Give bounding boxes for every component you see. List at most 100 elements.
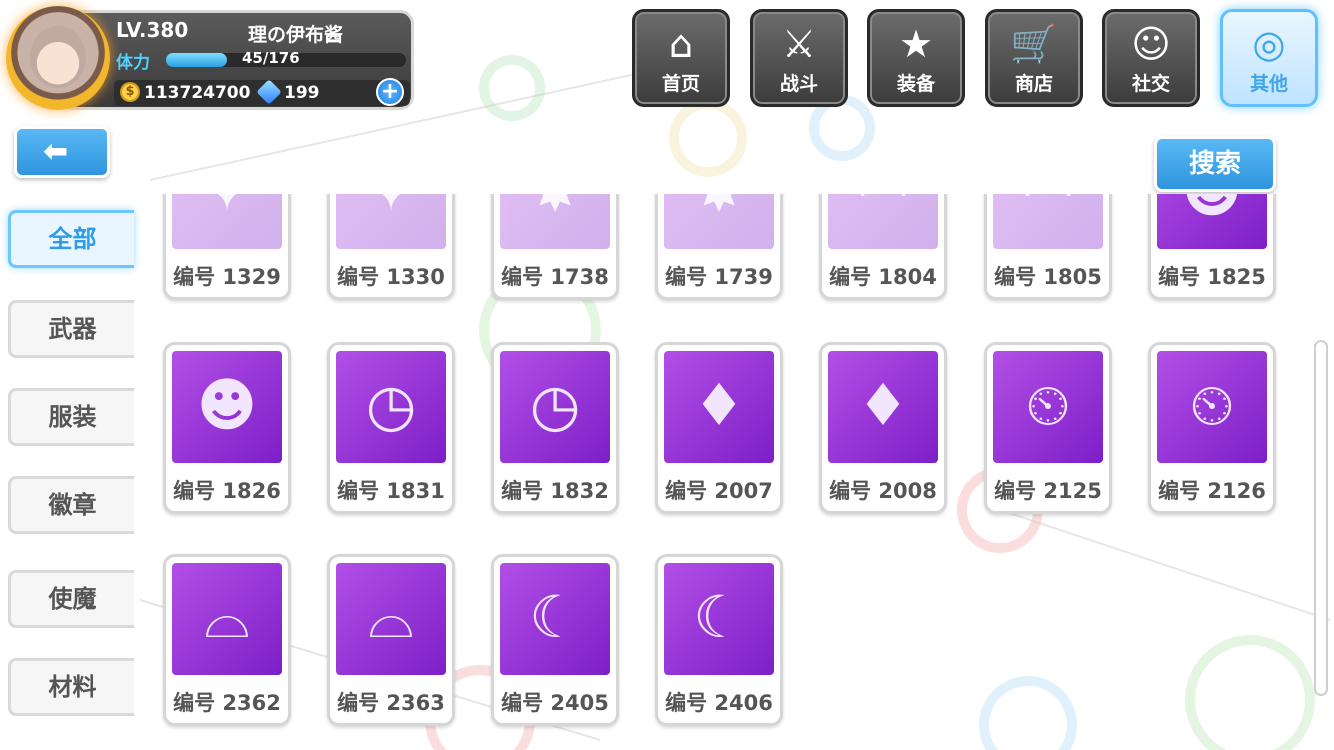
stamina-label: 体力 xyxy=(116,53,150,73)
item-thumbnail: ☻ xyxy=(1157,194,1267,249)
item-id-label: 编号 1832 xyxy=(501,479,609,503)
player-panel: LV.380 理の伊布酱 体力 45/176 $ 113724700 199 + xyxy=(6,6,414,110)
item-thumbnail: ✦ xyxy=(336,194,446,249)
item-id-label: 编号 2007 xyxy=(665,479,773,503)
item-card[interactable]: ◷ 编号 1832 xyxy=(491,342,619,514)
item-thumbnail: ✸ xyxy=(664,194,774,249)
item-id-label: 编号 2126 xyxy=(1158,479,1266,503)
item-card[interactable]: ☾ 编号 2406 xyxy=(655,554,783,726)
back-button[interactable]: ⬅ xyxy=(14,126,110,178)
house-icon: ⌂ xyxy=(668,22,694,66)
item-thumbnail: ◠ xyxy=(828,194,938,249)
tab-all[interactable]: 全部 xyxy=(8,210,134,268)
item-thumbnail: ◷ xyxy=(500,351,610,463)
item-card[interactable]: ☻ 编号 1825 xyxy=(1148,194,1276,300)
item-card[interactable]: ✦ 编号 1330 xyxy=(327,194,455,300)
nav-home-label: 首页 xyxy=(661,73,700,95)
search-button[interactable]: 搜索 xyxy=(1154,136,1276,192)
nav-other-label: 其他 xyxy=(1249,73,1288,95)
item-card[interactable]: ◷ 编号 1831 xyxy=(327,342,455,514)
item-thumbnail: ⌓ xyxy=(172,563,282,675)
witch-icon: ☾ xyxy=(529,583,581,651)
item-id-label: 编号 1805 xyxy=(994,265,1102,289)
nav-other-button[interactable]: ◎ 其他 xyxy=(1220,9,1318,107)
swords-icon: ⚔ xyxy=(781,22,817,66)
face-icon: ☺ xyxy=(1131,22,1171,66)
item-grid: ✦ 编号 1329 ✦ 编号 1330 ✸ 编号 1738 ✸ 编号 1739 ◠ 编号 1804… xyxy=(134,194,1310,750)
item-thumbnail: ♦ xyxy=(828,351,938,463)
item-card[interactable]: ⌓ 编号 2362 xyxy=(163,554,291,726)
gem-icon xyxy=(256,79,282,105)
item-card[interactable]: ✸ 编号 1738 xyxy=(491,194,619,300)
add-gems-button[interactable]: + xyxy=(376,78,404,106)
item-thumbnail: ⏲ xyxy=(1157,351,1267,463)
nav-battle-button[interactable]: ⚔ 战斗 xyxy=(750,9,848,107)
badge-icon: ✸ xyxy=(664,194,774,227)
tab-familiars[interactable]: 使魔 xyxy=(8,570,134,628)
witch-icon: ☾ xyxy=(693,583,745,651)
item-card[interactable]: ⏲ 编号 2125 xyxy=(984,342,1112,514)
item-id-label: 编号 1804 xyxy=(829,265,937,289)
item-thumbnail: ◷ xyxy=(336,351,446,463)
item-card[interactable]: ✸ 编号 1739 xyxy=(655,194,783,300)
item-card[interactable]: ☾ 编号 2405 xyxy=(491,554,619,726)
item-id-label: 编号 1739 xyxy=(665,265,773,289)
item-id-label: 编号 2362 xyxy=(173,691,281,715)
clock-staff-icon: ⏲ xyxy=(1025,371,1071,439)
player-name: 理の伊布酱 xyxy=(248,24,344,46)
gear-icon: ◎ xyxy=(1252,22,1286,66)
clock-staff-icon: ⏲ xyxy=(1189,371,1235,439)
item-id-label: 编号 1330 xyxy=(337,265,445,289)
pocket-watch-icon: ◷ xyxy=(365,371,417,439)
scrollbar[interactable] xyxy=(1314,340,1328,696)
nav-shop-button[interactable]: 🛒 商店 xyxy=(985,9,1083,107)
item-thumbnail: ⌓ xyxy=(336,563,446,675)
item-id-label: 编号 2125 xyxy=(994,479,1102,503)
coin-icon: $ xyxy=(120,82,140,102)
item-id-label: 编号 1831 xyxy=(337,479,445,503)
item-card[interactable]: ◠ 编号 1805 xyxy=(984,194,1112,300)
stamina-bar-fill xyxy=(166,53,228,67)
item-card[interactable]: ⌓ 编号 2363 xyxy=(327,554,455,726)
nav-shop-label: 商店 xyxy=(1014,73,1053,95)
item-card[interactable]: ✦ 编号 1329 xyxy=(163,194,291,300)
nav-equipment-button[interactable]: ★ 装备 xyxy=(867,9,965,107)
badge-icon: ✸ xyxy=(500,194,610,227)
item-card[interactable]: ♦ 编号 2007 xyxy=(655,342,783,514)
hat-icon: ◠ xyxy=(993,194,1103,227)
item-card[interactable]: ◠ 编号 1804 xyxy=(819,194,947,300)
item-thumbnail: ◠ xyxy=(993,194,1103,249)
item-id-label: 编号 2008 xyxy=(829,479,937,503)
crystal-icon: ♦ xyxy=(857,371,909,439)
nav-social-button[interactable]: ☺ 社交 xyxy=(1102,9,1200,107)
item-thumbnail: ☾ xyxy=(664,563,774,675)
avatar-face xyxy=(30,26,86,88)
nav-social-label: 社交 xyxy=(1131,73,1170,95)
pot-lid-icon: ⌓ xyxy=(204,583,250,651)
tab-materials[interactable]: 材料 xyxy=(8,658,134,716)
item-card[interactable]: ♦ 编号 2008 xyxy=(819,342,947,514)
item-thumbnail: ♦ xyxy=(664,351,774,463)
item-id-label: 编号 2405 xyxy=(501,691,609,715)
tab-outfits[interactable]: 服装 xyxy=(8,388,134,446)
tab-badges[interactable]: 徽章 xyxy=(8,476,134,534)
item-thumbnail: ☻ xyxy=(172,351,282,463)
item-id-label: 编号 1825 xyxy=(1158,265,1266,289)
star-gun-icon: ★ xyxy=(898,22,934,66)
pocket-watch-icon: ◷ xyxy=(529,371,581,439)
nav-home-button[interactable]: ⌂ 首页 xyxy=(632,9,730,107)
character-icon: ☻ xyxy=(196,371,258,439)
item-id-label: 编号 2363 xyxy=(337,691,445,715)
coin-count: 113724700 xyxy=(144,83,251,103)
item-card[interactable]: ☻ 编号 1826 xyxy=(163,342,291,514)
item-thumbnail: ✦ xyxy=(172,194,282,249)
item-thumbnail: ✸ xyxy=(500,194,610,249)
tab-weapons[interactable]: 武器 xyxy=(8,300,134,358)
gem-count: 199 xyxy=(284,83,320,103)
nav-battle-label: 战斗 xyxy=(779,73,818,95)
back-arrow-icon: ⬅ xyxy=(43,134,69,169)
player-level: LV.380 xyxy=(116,18,189,42)
nav-equipment-label: 装备 xyxy=(896,73,935,95)
item-card[interactable]: ⏲ 编号 2126 xyxy=(1148,342,1276,514)
player-avatar[interactable] xyxy=(6,6,110,110)
